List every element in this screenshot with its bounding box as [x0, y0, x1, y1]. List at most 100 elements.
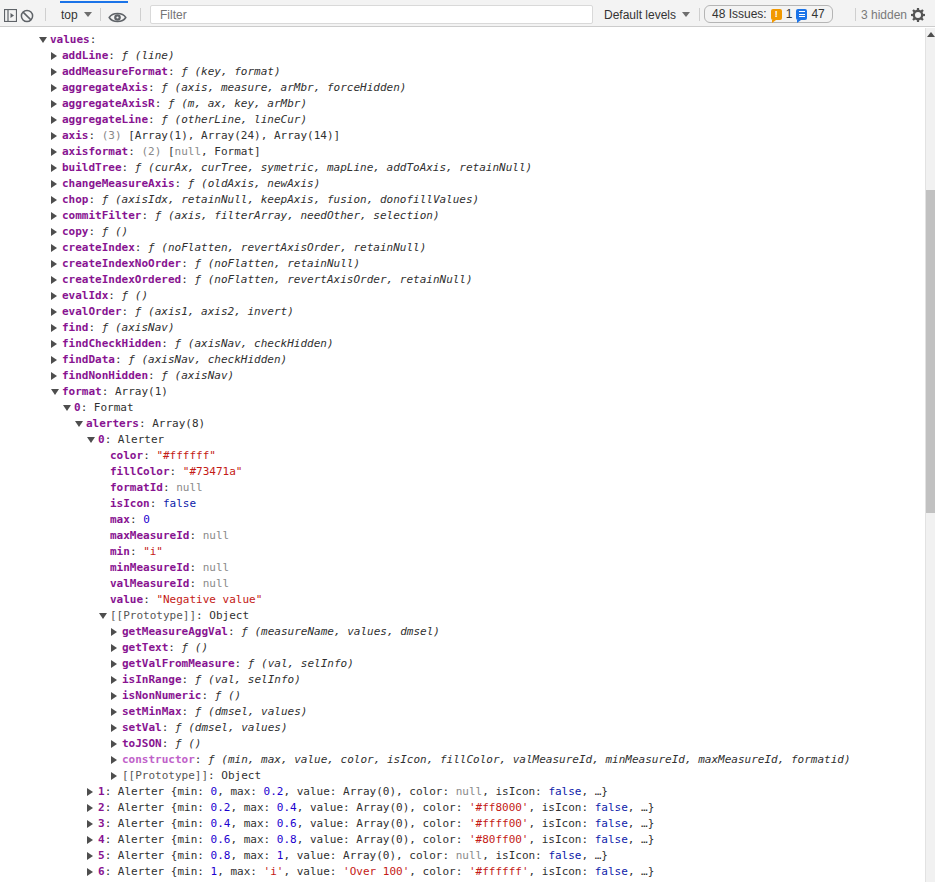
disclosure-triangle-icon[interactable] [51, 340, 62, 348]
tree-row[interactable]: commitFilter: ƒ (axis, filterArray, need… [0, 208, 935, 224]
create-live-expression-eye-icon[interactable] [108, 11, 127, 24]
tree-row[interactable]: aggregateAxisR: ƒ (m, ax, key, arMbr) [0, 96, 935, 112]
disclosure-triangle-icon[interactable] [87, 437, 98, 443]
tree-row[interactable]: evalIdx: ƒ () [0, 288, 935, 304]
tree-row[interactable]: value: "Negative value" [0, 592, 935, 608]
tree-row[interactable]: createIndexOrdered: ƒ (noFlatten, revert… [0, 272, 935, 288]
disclosure-triangle-icon[interactable] [51, 260, 62, 268]
tree-row[interactable]: findData: ƒ (axisNav, checkHidden) [0, 352, 935, 368]
tree-row[interactable]: aggregateAxis: ƒ (axis, measure, arMbr, … [0, 80, 935, 96]
disclosure-triangle-icon[interactable] [51, 116, 62, 124]
tree-row[interactable]: [[Prototype]]: Object [0, 608, 935, 624]
disclosure-triangle-icon[interactable] [51, 148, 62, 156]
tree-row[interactable]: 2: Alerter {min: 0.2, max: 0.4, value: A… [0, 800, 935, 816]
disclosure-triangle-icon[interactable] [111, 756, 122, 764]
disclosure-triangle-icon[interactable] [51, 389, 62, 395]
disclosure-triangle-icon[interactable] [87, 836, 98, 844]
context-selector[interactable]: top [61, 8, 92, 22]
tree-row[interactable]: setMinMax: ƒ (dmsel, values) [0, 704, 935, 720]
disclosure-triangle-icon[interactable] [99, 613, 110, 619]
tree-row[interactable]: 6: Alerter {min: 1, max: 'i', value: 'Ov… [0, 864, 935, 880]
disclosure-triangle-icon[interactable] [51, 292, 62, 300]
disclosure-triangle-icon[interactable] [51, 100, 62, 108]
tree-row[interactable]: color: "#ffffff" [0, 448, 935, 464]
tree-row[interactable]: 1: Alerter {min: 0, max: 0.2, value: Arr… [0, 784, 935, 800]
disclosure-triangle-icon[interactable] [87, 852, 98, 860]
disclosure-triangle-icon[interactable] [51, 308, 62, 316]
tree-row[interactable]: fillColor: "#73471a" [0, 464, 935, 480]
disclosure-triangle-icon[interactable] [51, 52, 62, 60]
disclosure-triangle-icon[interactable] [111, 692, 122, 700]
disclosure-triangle-icon[interactable] [51, 372, 62, 380]
issues-counter[interactable]: 48 Issues: ! 1 47 [704, 5, 833, 23]
disclosure-triangle-icon[interactable] [51, 164, 62, 172]
disclosure-triangle-icon[interactable] [111, 644, 122, 652]
tree-row[interactable]: setVal: ƒ (dmsel, values) [0, 720, 935, 736]
filter-input[interactable] [150, 5, 593, 24]
log-levels-dropdown[interactable]: Default levels [604, 8, 690, 22]
tree-row[interactable]: addLine: ƒ (line) [0, 48, 935, 64]
tree-row[interactable]: maxMeasureId: null [0, 528, 935, 544]
tree-row[interactable]: values: [0, 32, 935, 48]
tree-row[interactable]: copy: ƒ () [0, 224, 935, 240]
disclosure-triangle-icon[interactable] [51, 84, 62, 92]
tree-row[interactable]: isNonNumeric: ƒ () [0, 688, 935, 704]
tree-row[interactable]: getValFromMeasure: ƒ (val, selInfo) [0, 656, 935, 672]
tree-row[interactable]: 0: Alerter [0, 432, 935, 448]
tree-row[interactable]: createIndex: ƒ (noFlatten, revertAxisOrd… [0, 240, 935, 256]
tree-row[interactable]: chop: ƒ (axisIdx, retainNull, keepAxis, … [0, 192, 935, 208]
disclosure-triangle-icon[interactable] [51, 180, 62, 188]
tree-row[interactable]: constructor: ƒ (min, max, value, color, … [0, 752, 935, 768]
disclosure-triangle-icon[interactable] [51, 324, 62, 332]
tree-row[interactable]: alerters: Array(8) [0, 416, 935, 432]
disclosure-triangle-icon[interactable] [111, 676, 122, 684]
tree-row[interactable]: buildTree: ƒ (curAx, curTree, symetric, … [0, 160, 935, 176]
tree-row[interactable]: isIcon: false [0, 496, 935, 512]
disclosure-triangle-icon[interactable] [51, 196, 62, 204]
console-settings-gear-icon[interactable] [910, 7, 926, 23]
tree-row[interactable]: 0: Format [0, 400, 935, 416]
tree-row[interactable]: find: ƒ (axisNav) [0, 320, 935, 336]
scrollbar-thumb[interactable] [926, 190, 935, 513]
tree-row[interactable]: getText: ƒ () [0, 640, 935, 656]
disclosure-triangle-icon[interactable] [63, 405, 74, 411]
disclosure-triangle-icon[interactable] [39, 37, 50, 43]
tree-row[interactable]: isInRange: ƒ (val, selInfo) [0, 672, 935, 688]
disclosure-triangle-icon[interactable] [111, 772, 122, 780]
disclosure-triangle-icon[interactable] [111, 660, 122, 668]
disclosure-triangle-icon[interactable] [111, 628, 122, 636]
tree-row[interactable]: evalOrder: ƒ (axis1, axis2, invert) [0, 304, 935, 320]
tree-row[interactable]: createIndexNoOrder: ƒ (noFlatten, retain… [0, 256, 935, 272]
disclosure-triangle-icon[interactable] [111, 708, 122, 716]
tree-row[interactable]: 5: Alerter {min: 0.8, max: 1, value: Arr… [0, 848, 935, 864]
tree-row[interactable]: changeMeasureAxis: ƒ (oldAxis, newAxis) [0, 176, 935, 192]
vertical-scrollbar[interactable] [925, 28, 935, 882]
tree-row[interactable]: findNonHidden: ƒ (axisNav) [0, 368, 935, 384]
tree-row[interactable]: aggregateLine: ƒ (otherLine, lineCur) [0, 112, 935, 128]
tree-row[interactable]: getMeasureAggVal: ƒ (measureName, values… [0, 624, 935, 640]
scrollbar-up-arrow-icon[interactable] [927, 32, 935, 37]
tree-row[interactable]: max: 0 [0, 512, 935, 528]
disclosure-triangle-icon[interactable] [51, 212, 62, 220]
tree-row[interactable]: axis: (3) [Array(1), Array(24), Array(14… [0, 128, 935, 144]
disclosure-triangle-icon[interactable] [111, 724, 122, 732]
disclosure-triangle-icon[interactable] [51, 68, 62, 76]
show-console-sidebar-icon[interactable] [4, 9, 17, 22]
disclosure-triangle-icon[interactable] [51, 276, 62, 284]
disclosure-triangle-icon[interactable] [75, 421, 86, 427]
tree-row[interactable]: findCheckHidden: ƒ (axisNav, checkHidden… [0, 336, 935, 352]
disclosure-triangle-icon[interactable] [51, 244, 62, 252]
tree-row[interactable]: addMeasureFormat: ƒ (key, format) [0, 64, 935, 80]
tree-row[interactable]: min: "i" [0, 544, 935, 560]
tree-row[interactable]: [[Prototype]]: Object [0, 768, 935, 784]
tree-row[interactable]: valMeasureId: null [0, 576, 935, 592]
tree-row[interactable]: toJSON: ƒ () [0, 736, 935, 752]
tree-row[interactable]: format: Array(1) [0, 384, 935, 400]
tree-row[interactable]: 4: Alerter {min: 0.6, max: 0.8, value: A… [0, 832, 935, 848]
tree-row[interactable]: formatId: null [0, 480, 935, 496]
tree-row[interactable]: minMeasureId: null [0, 560, 935, 576]
tree-row[interactable]: axisformat: (2) [null, Format] [0, 144, 935, 160]
disclosure-triangle-icon[interactable] [87, 804, 98, 812]
disclosure-triangle-icon[interactable] [87, 868, 98, 876]
tree-row[interactable]: 3: Alerter {min: 0.4, max: 0.6, value: A… [0, 816, 935, 832]
